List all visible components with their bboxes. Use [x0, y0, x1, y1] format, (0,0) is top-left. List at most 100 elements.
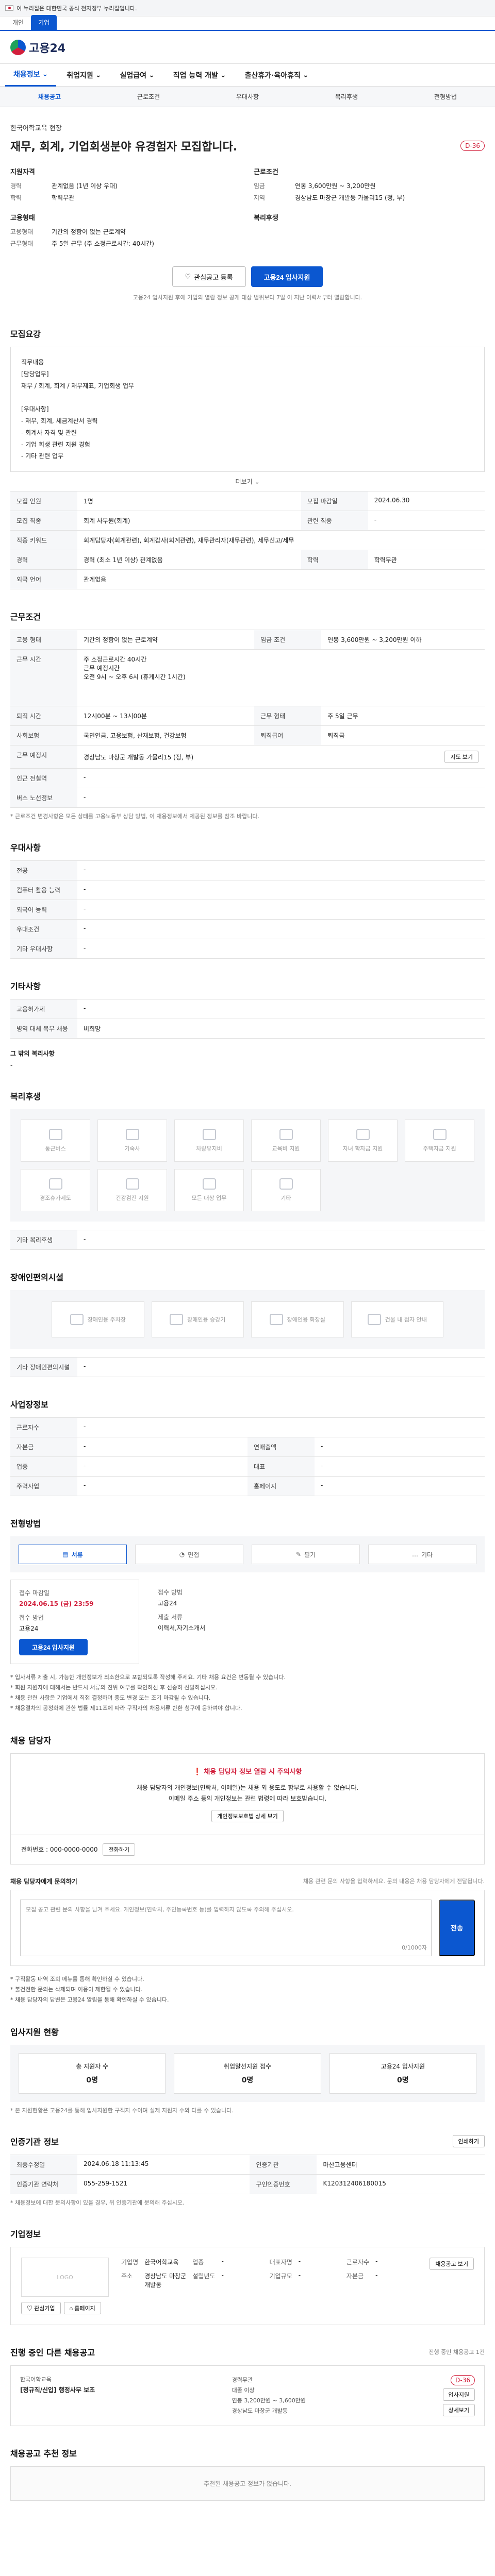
table-key: 모집 마감일 [301, 491, 368, 512]
summary-key: 경력 [10, 182, 22, 190]
tab-process[interactable]: 전형방법 [396, 92, 495, 101]
summary-key: 임금 [254, 182, 266, 190]
other-job-card[interactable]: 한국어학교육 [정규직/신입] 행정사무 보조 경력무관 대졸 이상 연봉 3,… [10, 2365, 485, 2427]
nav-label: 취업지원 [67, 71, 93, 80]
health-icon [125, 1178, 139, 1190]
company-name[interactable]: 한국어학교육 현장 [10, 123, 62, 132]
table-key: 기타 복리후생 [10, 1230, 77, 1250]
table-value: 회계담당자(회계관련), 회계감사(회계관련), 재무관리자(재무관련), 세무… [77, 530, 485, 551]
warning-text: 채용 담당자 정보 열람 시 주의사항 [204, 1768, 302, 1776]
summary-value: 학력무관 [52, 194, 75, 201]
summary-value: 기간의 정함이 없는 근로계약 [52, 228, 126, 235]
button-label: 홈페이지 [74, 2306, 95, 2312]
nav-unemployment[interactable]: 실업급여 ⌄ [112, 64, 163, 87]
disability-section: 장애인편의시설 장애인용 주차장 장애인용 승강기 장애인용 화장실 건물 내 … [0, 1255, 495, 1382]
map-button[interactable]: 지도 보기 [444, 751, 478, 764]
site-tab-company[interactable]: 기업 [31, 15, 57, 30]
call-button[interactable]: 전화하기 [103, 1843, 135, 1856]
send-button[interactable]: 전송 [439, 1899, 475, 1956]
auth-hint: * 채용정보에 대한 문의사항이 있을 경우, 위 인증기관에 문의해 주십시오… [10, 2199, 185, 2207]
table-key: 직종 키워드 [10, 530, 77, 551]
job-header: 한국어학교육 현장 재무, 회계, 기업회생분야 유경험자 모집합니다. D-3… [0, 107, 495, 312]
card-value: 고용24 [158, 1600, 177, 1607]
table-key: 인증기관 연락처 [10, 2174, 77, 2195]
info-item: 대졸 이상 [232, 2387, 255, 2394]
other-detail-button[interactable]: 상세보기 [442, 2404, 475, 2417]
tab-welfare[interactable]: 복리후생 [297, 92, 396, 101]
table-value: 퇴직금 [321, 725, 485, 746]
nav-employment-support[interactable]: 취업지원 ⌄ [58, 64, 109, 87]
apply-card: 접수 방법 고용24 제출 서류 이력서,자기소개서 [150, 1580, 278, 1664]
other-jobs-head: 진행 중인 다른 채용공고 진행 중인 채용공고 1건 [10, 2346, 485, 2358]
summary-value: 주 5일 근무 (주 소정근로시간: 40시간) [52, 240, 154, 247]
tab-recruit[interactable]: 채용공고 [0, 92, 99, 101]
etc-extra-value: - [10, 1062, 13, 1070]
table-key: 연매출액 [248, 1437, 315, 1458]
table-value: 주 소정근로시간 40시간 근무 예정시간 오전 9시 ~ 오후 6시 (휴게시… [77, 649, 485, 707]
chevron-down-icon: ⌄ [302, 71, 309, 79]
summary-key: 근무형태 [10, 240, 34, 247]
etc-extra: 그 밖의 복리사항 - [10, 1049, 485, 1069]
company-jobs-button[interactable]: 채용공고 보기 [430, 2258, 474, 2270]
interest-button[interactable]: ♡ 관심공고 등록 [172, 266, 246, 287]
section-title: 기업정보 [10, 2229, 41, 2240]
field-key: 설립년도 [192, 2273, 216, 2280]
table-key: 업종 [10, 1456, 77, 1477]
logo[interactable]: 고용24 [10, 39, 65, 56]
other-apply-button[interactable]: 입사지원 [442, 2388, 475, 2401]
card-value: 2024.06.15 (금) 23:59 [19, 1600, 94, 1608]
bus-icon [48, 1129, 62, 1141]
section-tabs: 채용공고 근로조건 우대사항 복리후생 전형방법 [0, 87, 495, 107]
nav-jobs[interactable]: 채용정보 ⌄ [5, 64, 57, 87]
note-item: * 입사서류 제출 시, 가능한 개인정보가 최소한으로 포함되도록 작성해 주… [10, 1674, 286, 1681]
education-icon [279, 1129, 293, 1141]
nav-label: 실업급여 [120, 71, 147, 80]
warning-title: ❗ 채용 담당자 정보 열람 시 주의사항 [23, 1766, 472, 1778]
print-button[interactable]: 인쇄하기 [452, 2135, 485, 2148]
field-value: - [221, 2258, 224, 2265]
dormitory-icon [125, 1129, 139, 1141]
tab-preference[interactable]: 우대사항 [198, 92, 297, 101]
chevron-down-icon: ⌄ [148, 71, 155, 79]
pencil-icon: ✎ [295, 1551, 301, 1558]
inquiry-notes: * 구직활동 내역 조회 메뉴를 통해 확인하실 수 있습니다. * 불건전한 … [10, 1974, 485, 2005]
nav-skills[interactable]: 직업 능력 개발 ⌄ [165, 64, 235, 87]
privacy-law-button[interactable]: 개인정보보호법 상세 보기 [211, 1809, 284, 1822]
other-job-title[interactable]: [정규직/신입] 행정사무 보조 [20, 2385, 95, 2394]
table-value: 연봉 3,600만원 ~ 3,200만원 이하 [321, 630, 485, 650]
apply-button[interactable]: 고용24 입사지원 [19, 1639, 88, 1656]
interest-company-button[interactable]: ♡ 관심기업 [21, 2302, 61, 2315]
table-value: 관계없음 [77, 569, 485, 590]
section-title: 기타사항 [10, 981, 41, 992]
facility-item: 건물 내 점자 안내 [351, 1301, 443, 1338]
welfare-label: 교육비 지원 [272, 1145, 300, 1153]
status-label: 취업알선지원 접수 [223, 2063, 272, 2071]
inquiry-box: 모집 공고 관련 문의 사항을 남겨 주세요. 개인정보(연락처, 주민등록번호… [10, 1889, 485, 1966]
facility-item: 장애인용 화장실 [251, 1301, 344, 1338]
table-key: 임금 조건 [254, 630, 322, 650]
field-value: - [375, 2272, 378, 2279]
recommend-empty: 추천된 채용공고 정보가 없습니다. [10, 2466, 485, 2501]
info-item: 경력무관 [232, 2377, 253, 2384]
apply-cards: 접수 마감일 2024.06.15 (금) 23:59 접수 방법 고용24 고… [10, 1580, 485, 1665]
tab-conditions[interactable]: 근로조건 [99, 92, 198, 101]
logo-text: 고용24 [29, 42, 66, 55]
welfare-label: 기숙사 [124, 1145, 140, 1153]
homepage-button[interactable]: ⌂ 홈페이지 [63, 2302, 101, 2315]
table-row: 인증기관 연락처 055-259-1521 구인인증번호 K1203124061800… [10, 2174, 485, 2195]
site-tab-personal[interactable]: 개인 [5, 15, 31, 30]
section-title: 장애인편의시설 [10, 1273, 64, 1283]
table-value: 기간의 정함이 없는 근로계약 [77, 630, 255, 650]
nav-leave[interactable]: 출산휴가·육아휴직 ⌄ [237, 64, 317, 87]
summary-right: 근로조건 임금 연봉 3,600만원 ~ 3,200만원 지역 경상남도 마창군 개… [254, 166, 485, 251]
char-count: 0/1000자 [402, 1944, 427, 1952]
more-button[interactable]: 더보기 ⌄ [10, 472, 485, 491]
summary-heading: 지원자격 [10, 168, 35, 176]
card-value: 고용24 [19, 1625, 39, 1633]
field-value: 한국어학교육 [144, 2259, 179, 2266]
apply-button[interactable]: 고용24 입사지원 [251, 266, 323, 287]
table-value: - [77, 1230, 485, 1250]
facility-label: 장애인용 화장실 [287, 1316, 325, 1324]
inquiry-textarea[interactable]: 모집 공고 관련 문의 사항을 남겨 주세요. 개인정보(연락처, 주민등록번호… [20, 1899, 432, 1956]
summary-row: 학력 학력무관 [10, 193, 241, 202]
